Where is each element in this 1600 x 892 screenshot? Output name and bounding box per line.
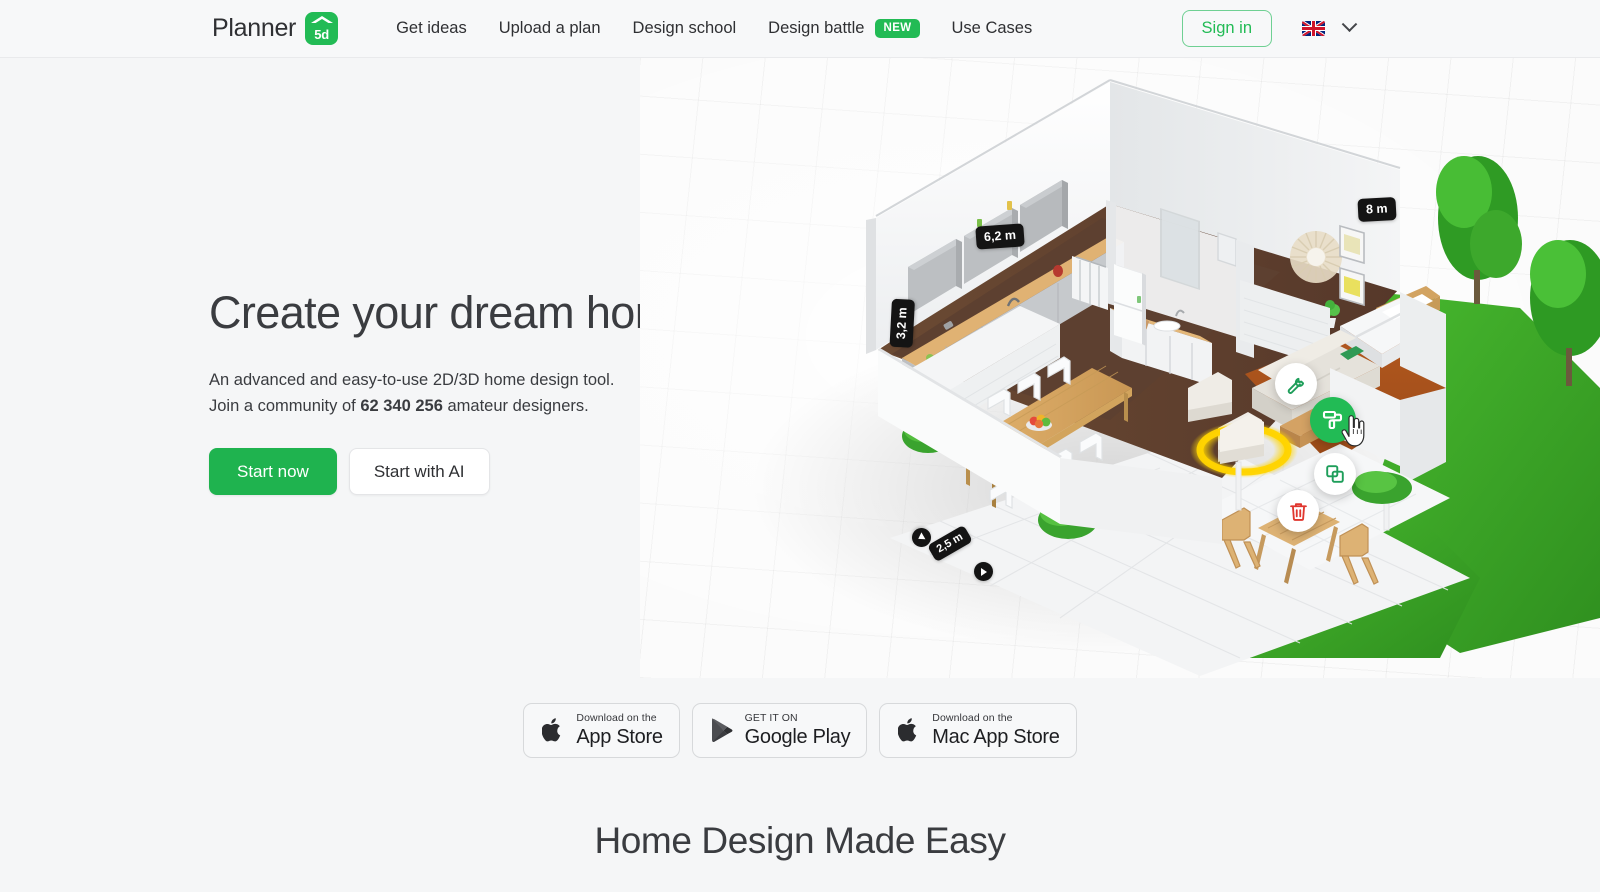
nav-label: Design battle bbox=[768, 19, 865, 38]
section-heading: Home Design Made Easy bbox=[594, 820, 1006, 861]
main-nav: Get ideas Upload a plan Design school De… bbox=[380, 18, 1049, 39]
community-prefix: Join a community of bbox=[209, 397, 361, 416]
uk-flag-icon bbox=[1302, 21, 1325, 36]
logo[interactable]: Planner 5d bbox=[212, 12, 339, 45]
community-suffix: amateur designers. bbox=[442, 397, 589, 416]
app-store-big-label: App Store bbox=[576, 725, 663, 748]
google-play-text: GET IT ON Google Play bbox=[745, 713, 851, 748]
house-icon: 5d bbox=[305, 12, 339, 45]
nav-item-use-cases[interactable]: Use Cases bbox=[936, 20, 1049, 37]
nav-item-get-ideas[interactable]: Get ideas bbox=[380, 20, 483, 37]
app-store-text: Download on the App Store bbox=[576, 712, 663, 748]
nav-item-design-battle[interactable]: Design battle NEW bbox=[752, 18, 935, 39]
wrench-icon bbox=[1287, 377, 1305, 394]
mac-app-store-badge[interactable]: Download on the Mac App Store bbox=[879, 703, 1077, 758]
store-badges: Download on the App Store GET IT ON Goog… bbox=[0, 703, 1600, 758]
floorplan-render: 6,2 m 3,2 m 8 m 2,5 m bbox=[640, 58, 1600, 678]
dimension-label-3-2m[interactable]: 3,2 m bbox=[889, 298, 915, 348]
app-store-badge[interactable]: Download on the App Store bbox=[523, 703, 680, 758]
chevron-down-icon bbox=[1341, 16, 1358, 33]
hero-section: Create your dream home An advanced and e… bbox=[0, 58, 1600, 892]
house-roof-inner-shape bbox=[313, 18, 330, 24]
app-store-small-label: Download on the bbox=[576, 712, 657, 724]
apple-logo-icon bbox=[898, 718, 917, 742]
mac-app-store-small-label: Download on the bbox=[932, 712, 1013, 724]
dimension-label-6-2m[interactable]: 6,2 m bbox=[975, 223, 1025, 250]
nav-item-design-school[interactable]: Design school bbox=[617, 20, 753, 37]
start-now-button[interactable]: Start now bbox=[209, 447, 337, 495]
nav-label: Use Cases bbox=[951, 19, 1033, 38]
google-play-big-label: Google Play bbox=[744, 725, 851, 748]
delete-tool-button[interactable] bbox=[1277, 490, 1319, 532]
isometric-house-illustration bbox=[640, 58, 1600, 678]
new-badge: NEW bbox=[875, 18, 920, 39]
dimension-label-8m[interactable]: 8 m bbox=[1357, 197, 1397, 222]
site-header: Planner 5d Get ideas Upload a plan Desig… bbox=[0, 0, 1600, 58]
logo-wordmark: Planner bbox=[212, 14, 297, 42]
google-play-logo-icon bbox=[711, 718, 733, 743]
duplicate-icon bbox=[1326, 465, 1344, 483]
duplicate-tool-button[interactable] bbox=[1314, 453, 1356, 495]
google-play-badge[interactable]: GET IT ON Google Play bbox=[691, 703, 868, 758]
language-selector[interactable] bbox=[1302, 16, 1358, 36]
start-with-ai-button[interactable]: Start with AI bbox=[348, 447, 490, 495]
nav-label: Get ideas bbox=[396, 19, 467, 38]
nav-item-upload-a-plan[interactable]: Upload a plan bbox=[483, 20, 617, 37]
header-actions: Sign in bbox=[1181, 10, 1358, 47]
mac-app-store-text: Download on the Mac App Store bbox=[932, 712, 1060, 748]
dimension-handle-right-icon[interactable] bbox=[974, 562, 993, 581]
mac-app-store-big-label: Mac App Store bbox=[932, 725, 1060, 748]
page-root: Planner 5d Get ideas Upload a plan Desig… bbox=[0, 0, 1600, 892]
google-play-icon bbox=[709, 715, 735, 745]
trash-icon bbox=[1289, 502, 1307, 521]
apple-icon bbox=[540, 715, 566, 745]
google-play-small-label: GET IT ON bbox=[744, 712, 798, 724]
apple-icon bbox=[896, 715, 922, 745]
house-svg bbox=[750, 79, 1600, 676]
sign-in-button[interactable]: Sign in bbox=[1181, 10, 1272, 47]
apple-logo-icon bbox=[542, 718, 561, 742]
community-count: 62 340 256 bbox=[360, 397, 443, 416]
nav-label: Upload a plan bbox=[498, 19, 601, 38]
nav-label: Design school bbox=[632, 19, 737, 38]
logo-badge-text: 5d bbox=[314, 27, 329, 42]
wrench-tool-button[interactable] bbox=[1275, 363, 1317, 405]
hand-cursor-icon bbox=[1341, 415, 1365, 447]
